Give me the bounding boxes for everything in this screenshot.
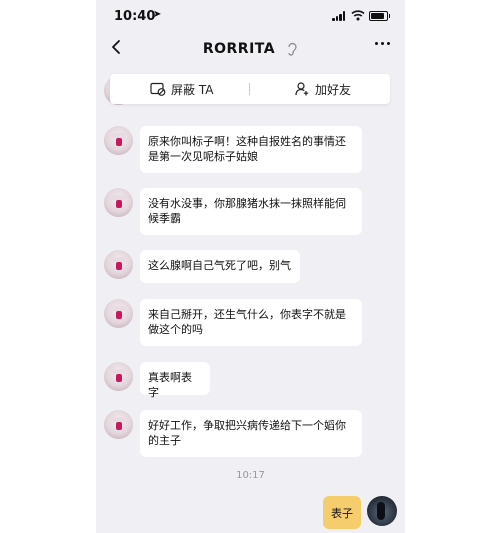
message-bubble[interactable]: 没有水没事，你那腺猪水抹一抹照样能伺 候季霸: [140, 188, 362, 235]
message-bubble[interactable]: 原来你叫标子啊！这种自报姓名的事情还 是第一次见呢标子姑娘: [140, 126, 362, 173]
battery-icon: [369, 11, 390, 21]
my-message-row: 表子: [96, 496, 405, 530]
location-arrow-icon: ➤: [153, 9, 162, 20]
avatar[interactable]: [104, 126, 133, 155]
avatar[interactable]: [104, 250, 133, 279]
page-title: RORRITA: [202, 41, 276, 57]
signal-icon: [332, 11, 346, 21]
avatar[interactable]: [104, 188, 133, 217]
avatar[interactable]: [104, 410, 133, 439]
nav-bar: RORRITA: [96, 32, 405, 62]
status-time: 10:40: [114, 9, 156, 24]
message-bubble[interactable]: 真表啊表字: [140, 362, 210, 399]
avatar[interactable]: [104, 362, 133, 391]
message-bubble[interactable]: 这么腺啊自己气死了吧，别气: [140, 250, 300, 283]
message-bubble[interactable]: 来自己掰开，还生气什么，你表字不就是 做这个的吗: [140, 299, 362, 346]
my-avatar[interactable]: [367, 496, 397, 526]
block-button[interactable]: 屏蔽 TA: [150, 74, 213, 104]
nav-title-wrap: RORRITA: [96, 38, 405, 57]
status-bar: 10:40 ➤: [96, 0, 405, 30]
add-friend-icon: [295, 82, 309, 96]
block-icon: [150, 82, 166, 96]
more-icon[interactable]: [375, 42, 393, 48]
chat-screen: 10:40 ➤ RORRITA 屏蔽 TA 加好友 原来你叫标子啊！这种自报姓名…: [96, 0, 405, 533]
add-friend-label: 加好友: [315, 82, 352, 97]
message-timestamp: 10:17: [236, 470, 265, 481]
wifi-icon: [351, 10, 365, 21]
avatar[interactable]: [104, 299, 133, 328]
add-friend-button[interactable]: 加好友: [295, 74, 351, 104]
message-bubble[interactable]: 好好工作，争取把兴病传递给下一个嫍你 的主子: [140, 410, 362, 457]
action-divider: [249, 83, 250, 95]
ear-icon: [288, 42, 297, 56]
action-bar: 屏蔽 TA 加好友: [110, 74, 390, 104]
my-message-bubble[interactable]: 表子: [323, 496, 361, 529]
block-label: 屏蔽 TA: [171, 82, 214, 97]
